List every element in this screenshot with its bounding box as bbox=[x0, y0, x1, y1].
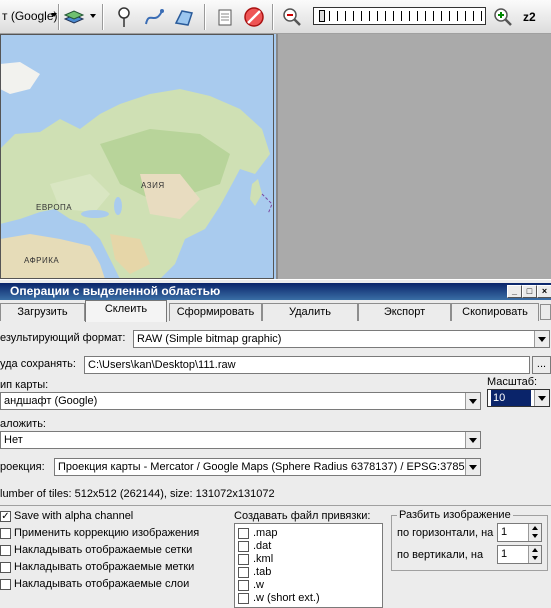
overlay-label: аложить: bbox=[0, 418, 46, 430]
split-vertical-input[interactable]: 1 bbox=[497, 545, 542, 564]
map-type-value: андшафт (Google) bbox=[4, 395, 98, 407]
map-view[interactable]: АЗИЯ ЕВРОПА АФРИКА bbox=[0, 34, 276, 279]
placemark-icon[interactable] bbox=[112, 5, 136, 29]
georef-label: Создавать файл привязки: bbox=[234, 510, 371, 522]
maximize-button[interactable]: □ bbox=[522, 285, 537, 298]
chevron-down-icon[interactable] bbox=[534, 390, 549, 406]
toolbar: т (Google) z2 bbox=[0, 0, 551, 34]
chevron-down-icon[interactable] bbox=[465, 393, 480, 409]
alpha-channel-checkbox[interactable]: ✓ bbox=[0, 511, 11, 522]
tiles-info: lumber of tiles: 512x512 (262144), size:… bbox=[0, 488, 275, 500]
zoom-slider-thumb[interactable] bbox=[319, 10, 325, 22]
split-group-label: Разбить изображение bbox=[397, 509, 513, 521]
close-button[interactable]: × bbox=[537, 285, 551, 298]
tab-generate[interactable]: Сформировать bbox=[169, 303, 262, 321]
panel-title: Операции с выделенной областью bbox=[0, 283, 551, 300]
alpha-channel-label: Save with alpha channel bbox=[14, 510, 134, 522]
georef-tab-checkbox[interactable] bbox=[238, 567, 249, 578]
map-image bbox=[0, 34, 276, 279]
browse-button[interactable]: ... bbox=[532, 356, 551, 374]
scale-select[interactable]: 10 bbox=[487, 389, 550, 407]
map-label-europe: ЕВРОПА bbox=[36, 203, 73, 212]
zoom-in-icon[interactable] bbox=[491, 5, 515, 29]
overlay-marks-checkbox[interactable] bbox=[0, 562, 11, 573]
tabs-scroll-button[interactable] bbox=[540, 304, 551, 320]
overlay-layers-label: Накладывать отображаемые слои bbox=[14, 578, 190, 590]
path-icon[interactable] bbox=[142, 5, 166, 29]
scale-value: 10 bbox=[491, 390, 531, 406]
georef-dat-label: .dat bbox=[253, 540, 272, 552]
georef-list: .map .dat .kml .tab .w .w (short ext.) bbox=[234, 523, 383, 608]
zoom-level-label: z2 bbox=[523, 10, 536, 24]
polygon-icon[interactable] bbox=[172, 5, 196, 29]
overlay-value: Нет bbox=[4, 434, 23, 446]
result-format-value: RAW (Simple bitmap graphic) bbox=[137, 333, 282, 345]
split-horizontal-input[interactable]: 1 bbox=[497, 523, 542, 542]
split-vertical-label: по вертикали, на bbox=[397, 549, 484, 561]
map-label-africa: АФРИКА bbox=[24, 256, 60, 265]
chevron-down-icon[interactable] bbox=[465, 432, 480, 448]
georef-map-label: .map bbox=[253, 527, 278, 539]
georef-w-short-checkbox[interactable] bbox=[238, 593, 249, 604]
overlay-grids-checkbox[interactable] bbox=[0, 545, 11, 556]
notes-icon[interactable] bbox=[213, 5, 237, 29]
split-vertical-spinner[interactable] bbox=[528, 546, 541, 563]
result-format-label: езультирующий формат: bbox=[0, 332, 126, 344]
zoom-out-icon[interactable] bbox=[280, 5, 304, 29]
save-to-label: уда сохранять: bbox=[0, 358, 76, 370]
layers-dropdown-icon[interactable] bbox=[90, 14, 96, 18]
georef-w-checkbox[interactable] bbox=[238, 580, 249, 591]
projection-label: роекция: bbox=[0, 461, 45, 473]
georef-kml-checkbox[interactable] bbox=[238, 554, 249, 565]
empty-pane bbox=[276, 34, 551, 279]
georef-map-checkbox[interactable] bbox=[238, 528, 249, 539]
zoom-slider[interactable] bbox=[313, 7, 486, 25]
map-label-asia: АЗИЯ bbox=[141, 181, 165, 190]
overlay-select[interactable]: Нет bbox=[0, 431, 481, 449]
tab-copy[interactable]: Скопировать bbox=[451, 303, 539, 321]
split-horizontal-value: 1 bbox=[501, 526, 508, 538]
map-type-select[interactable]: андшафт (Google) bbox=[0, 392, 481, 410]
georef-kml-label: .kml bbox=[253, 553, 274, 565]
minimize-button[interactable]: _ bbox=[507, 285, 522, 298]
tab-stitch[interactable]: Склеить bbox=[85, 300, 167, 322]
overlay-layers-checkbox[interactable] bbox=[0, 579, 11, 590]
georef-tab-label: .tab bbox=[253, 566, 272, 578]
overlay-grids-label: Накладывать отображаемые сетки bbox=[14, 544, 193, 556]
map-source-label[interactable]: т (Google) bbox=[2, 9, 58, 23]
projection-select[interactable]: Проекция карты - Mercator / Google Maps … bbox=[54, 458, 481, 476]
scale-label: Масштаб: bbox=[487, 376, 538, 388]
split-horizontal-label: по горизонтали, на bbox=[397, 527, 494, 539]
result-format-select[interactable]: RAW (Simple bitmap graphic) bbox=[133, 330, 550, 348]
chevron-down-icon[interactable] bbox=[534, 331, 549, 347]
projection-value: Проекция карты - Mercator / Google Maps … bbox=[58, 461, 465, 473]
layers-icon[interactable] bbox=[62, 5, 86, 29]
georef-w-short-label: .w (short ext.) bbox=[253, 592, 320, 604]
save-path-input[interactable]: C:\Users\kan\Desktop\111.raw bbox=[84, 356, 530, 374]
tab-export[interactable]: Экспорт bbox=[358, 303, 451, 321]
split-horizontal-spinner[interactable] bbox=[528, 524, 541, 541]
split-vertical-value: 1 bbox=[501, 548, 508, 560]
georef-dat-checkbox[interactable] bbox=[238, 541, 249, 552]
image-correction-label: Применить коррекцию изображения bbox=[14, 527, 200, 539]
map-source-dropdown-icon[interactable] bbox=[51, 13, 57, 17]
cancel-icon[interactable] bbox=[242, 5, 266, 29]
georef-w-label: .w bbox=[253, 579, 264, 591]
overlay-marks-label: Накладывать отображаемые метки bbox=[14, 561, 195, 573]
divider bbox=[0, 505, 551, 506]
map-type-label: ип карты: bbox=[0, 379, 49, 391]
image-correction-checkbox[interactable] bbox=[0, 528, 11, 539]
tab-delete[interactable]: Удалить bbox=[262, 303, 358, 321]
tab-load[interactable]: Загрузить bbox=[0, 303, 85, 321]
chevron-down-icon[interactable] bbox=[465, 459, 480, 475]
